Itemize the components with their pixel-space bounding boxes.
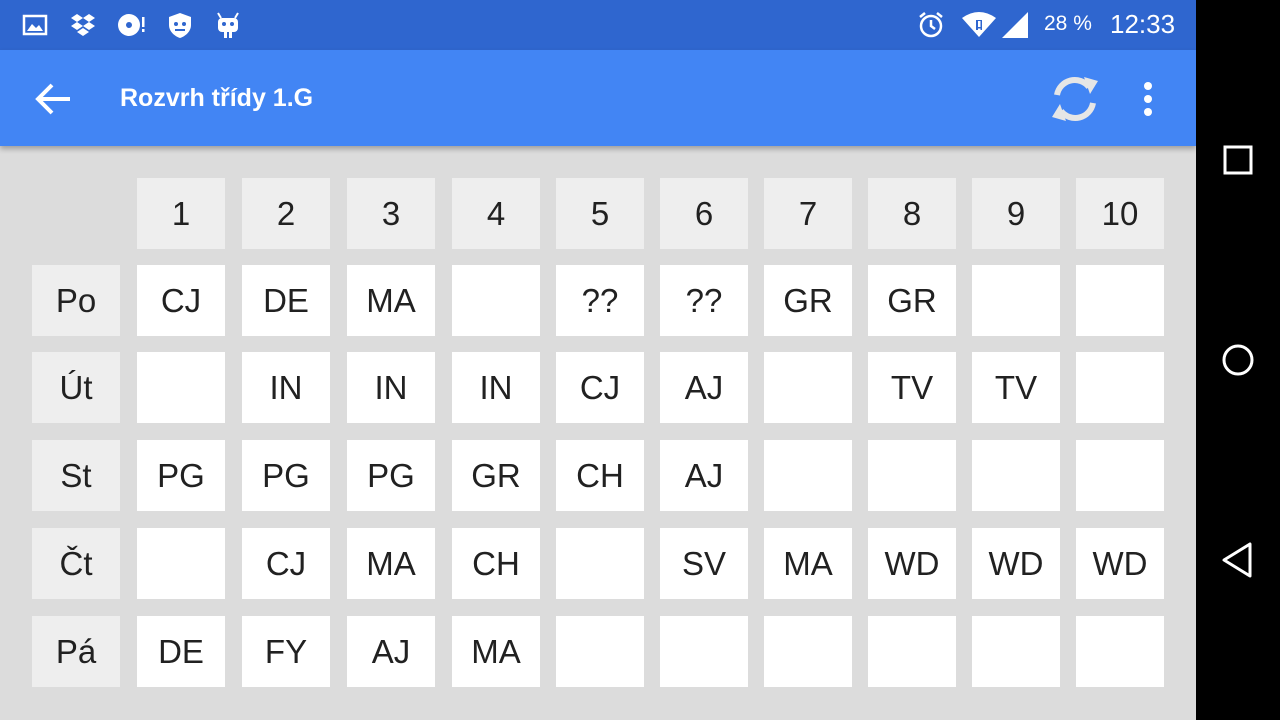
lesson-cell[interactable]: TV: [972, 352, 1060, 423]
lesson-cell[interactable]: CJ: [137, 265, 225, 336]
lesson-cell[interactable]: [137, 528, 225, 599]
lesson-cell[interactable]: PG: [137, 440, 225, 511]
period-header: 1: [137, 178, 225, 249]
lesson-cell[interactable]: ??: [556, 265, 644, 336]
lesson-cell[interactable]: PG: [347, 440, 435, 511]
period-header: 9: [972, 178, 1060, 249]
lesson-cell[interactable]: TV: [868, 352, 956, 423]
lesson-cell[interactable]: [764, 616, 852, 687]
lesson-cell[interactable]: IN: [242, 352, 330, 423]
day-label: Po: [32, 265, 120, 336]
lesson-cell[interactable]: [972, 440, 1060, 511]
more-vert-icon[interactable]: [1128, 76, 1168, 122]
alarm-icon: [919, 12, 943, 38]
period-header: 8: [868, 178, 956, 249]
lesson-cell[interactable]: [556, 528, 644, 599]
refresh-icon[interactable]: [1046, 72, 1104, 126]
lesson-cell[interactable]: WD: [868, 528, 956, 599]
day-label: Pá: [32, 616, 120, 687]
lesson-cell[interactable]: GR: [764, 265, 852, 336]
lesson-cell[interactable]: [764, 352, 852, 423]
android-icon: [217, 12, 239, 38]
lesson-cell[interactable]: [764, 440, 852, 511]
lesson-cell[interactable]: ??: [660, 265, 748, 336]
lesson-cell[interactable]: [972, 616, 1060, 687]
clock: 12:33: [1110, 9, 1176, 39]
lesson-cell[interactable]: MA: [764, 528, 852, 599]
lesson-cell[interactable]: MA: [347, 265, 435, 336]
period-header: 2: [242, 178, 330, 249]
lesson-cell[interactable]: AJ: [347, 616, 435, 687]
lesson-cell[interactable]: [137, 352, 225, 423]
battery-percentage: 28 %: [1044, 12, 1092, 35]
lesson-cell[interactable]: WD: [972, 528, 1060, 599]
lesson-cell[interactable]: [868, 616, 956, 687]
period-header: 6: [660, 178, 748, 249]
lesson-cell[interactable]: [868, 440, 956, 511]
lesson-cell[interactable]: CJ: [242, 528, 330, 599]
lesson-cell[interactable]: [972, 265, 1060, 336]
lesson-cell[interactable]: CH: [556, 440, 644, 511]
lesson-cell[interactable]: [660, 616, 748, 687]
lesson-cell[interactable]: FY: [242, 616, 330, 687]
recents-square-icon[interactable]: [1216, 138, 1260, 182]
wifi-icon: [962, 12, 996, 37]
app-bar: Rozvrh třídy 1.G: [0, 50, 1196, 146]
signal-icon: [1002, 12, 1028, 38]
period-header: 4: [452, 178, 540, 249]
lesson-cell[interactable]: MA: [452, 616, 540, 687]
lesson-cell[interactable]: CJ: [556, 352, 644, 423]
lesson-cell[interactable]: AJ: [660, 352, 748, 423]
lesson-cell[interactable]: DE: [137, 616, 225, 687]
lesson-cell[interactable]: [1076, 616, 1164, 687]
period-header: 10: [1076, 178, 1164, 249]
lesson-cell[interactable]: WD: [1076, 528, 1164, 599]
arrow-left-icon[interactable]: [30, 77, 74, 121]
day-label: Čt: [32, 528, 120, 599]
day-label: St: [32, 440, 120, 511]
status-bar: 28 % 12:33: [0, 0, 1196, 50]
lesson-cell[interactable]: IN: [347, 352, 435, 423]
home-circle-icon[interactable]: [1216, 338, 1260, 382]
lesson-cell[interactable]: CH: [452, 528, 540, 599]
lesson-cell[interactable]: GR: [868, 265, 956, 336]
lesson-cell[interactable]: [1076, 265, 1164, 336]
period-header: 7: [764, 178, 852, 249]
lesson-cell[interactable]: PG: [242, 440, 330, 511]
image-icon: [22, 14, 48, 36]
lesson-cell[interactable]: [556, 616, 644, 687]
shield-icon: [169, 13, 191, 38]
lesson-cell[interactable]: DE: [242, 265, 330, 336]
lesson-cell[interactable]: GR: [452, 440, 540, 511]
lesson-cell[interactable]: [452, 265, 540, 336]
cd-alert-icon: [118, 14, 145, 36]
period-header: 3: [347, 178, 435, 249]
back-triangle-icon[interactable]: [1216, 538, 1260, 582]
period-header: 5: [556, 178, 644, 249]
screen: 28 % 12:33 Rozvrh třídy 1.G 1 2 3 4 5 6 7 8 9 10 P…: [0, 0, 1196, 720]
day-label: Út: [32, 352, 120, 423]
lesson-cell[interactable]: SV: [660, 528, 748, 599]
lesson-cell[interactable]: IN: [452, 352, 540, 423]
lesson-cell[interactable]: MA: [347, 528, 435, 599]
lesson-cell[interactable]: [1076, 440, 1164, 511]
lesson-cell[interactable]: AJ: [660, 440, 748, 511]
lesson-cell[interactable]: [1076, 352, 1164, 423]
navigation-bar: [1196, 0, 1280, 720]
dropbox-icon: [71, 14, 95, 36]
page-title: Rozvrh třídy 1.G: [120, 84, 314, 112]
